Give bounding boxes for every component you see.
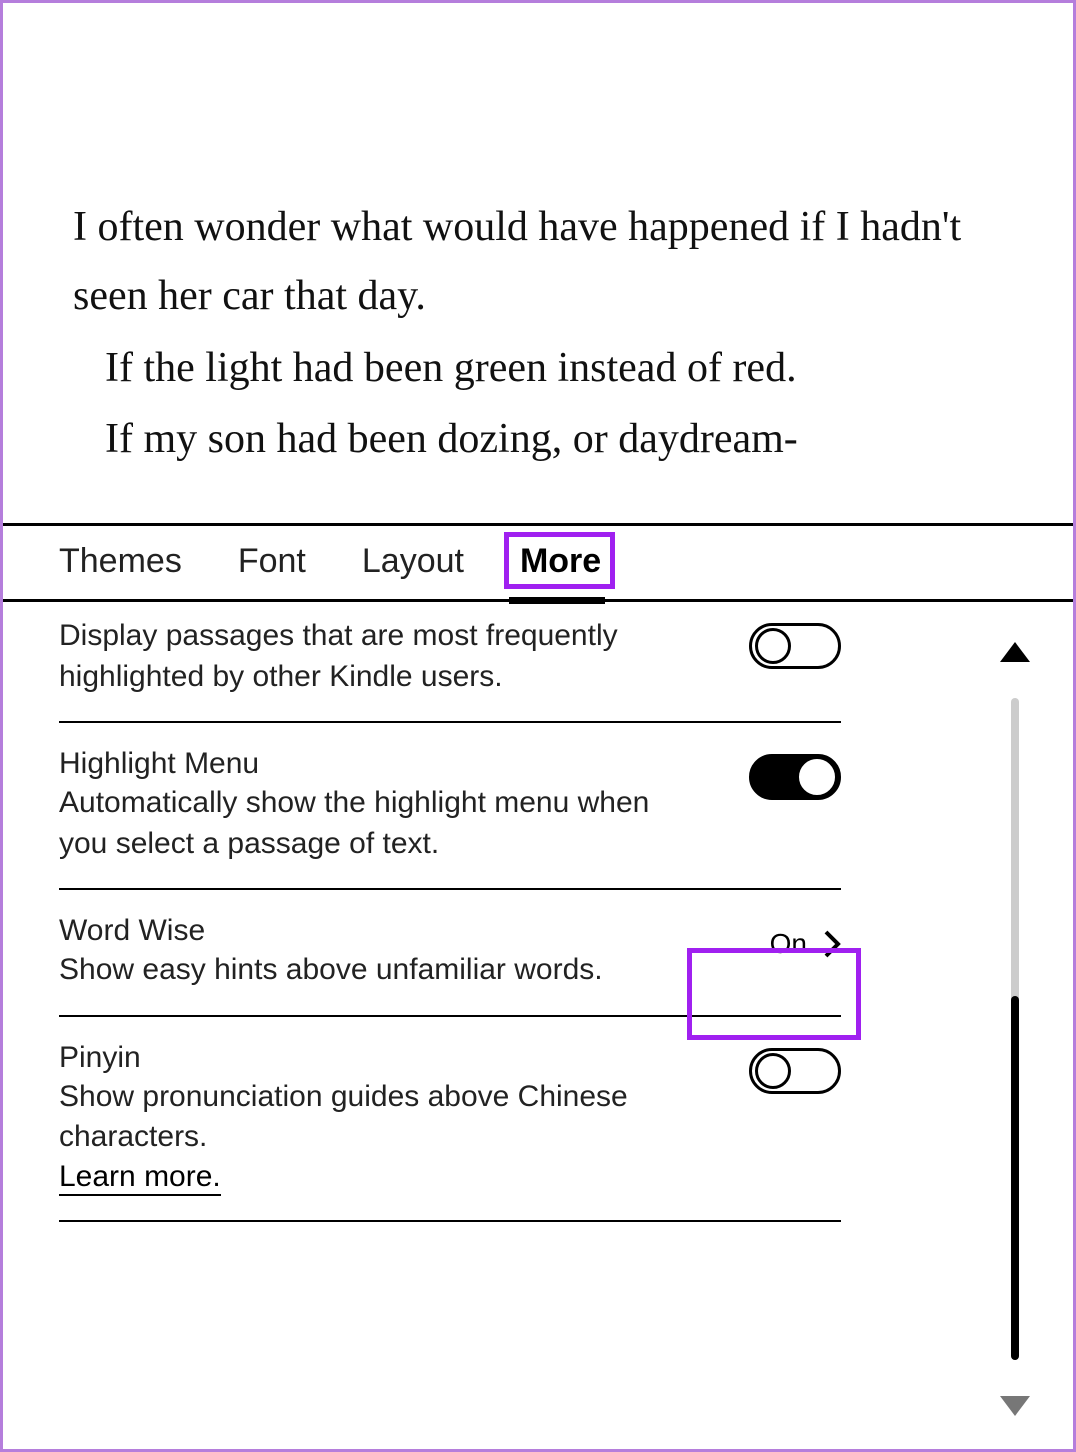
- setting-pinyin: Pinyin Show pronunciation guides above C…: [59, 1017, 841, 1222]
- book-paragraph-2: If the light had been green instead of r…: [73, 334, 1003, 403]
- scroll-up-icon[interactable]: [1000, 642, 1030, 662]
- book-paragraph-3: If my son had been dozing, or daydream-: [73, 405, 1003, 474]
- chevron-right-icon: [823, 930, 841, 958]
- more-settings-panel: Display passages that are most frequentl…: [3, 602, 1073, 1442]
- tab-themes[interactable]: Themes: [59, 542, 182, 587]
- tab-font[interactable]: Font: [238, 542, 306, 587]
- book-paragraph-1: I often wonder what would have happened …: [73, 193, 1003, 332]
- highlight-menu-toggle[interactable]: [749, 754, 841, 800]
- setting-description: Show pronunciation guides above Chinese …: [59, 1077, 659, 1158]
- setting-title: Highlight Menu: [59, 747, 659, 781]
- setting-title: Pinyin: [59, 1041, 659, 1075]
- setting-description: Show easy hints above unfamiliar words.: [59, 950, 603, 991]
- pinyin-learn-more-link[interactable]: Learn more.: [59, 1160, 221, 1196]
- scroll-track[interactable]: [1011, 698, 1019, 1360]
- setting-description: Display passages that are most frequentl…: [59, 616, 659, 697]
- tab-more[interactable]: More: [520, 542, 601, 587]
- pinyin-toggle[interactable]: [749, 1048, 841, 1094]
- settings-scrollbar[interactable]: [995, 620, 1035, 1424]
- setting-description: Automatically show the highlight menu wh…: [59, 783, 659, 864]
- word-wise-button[interactable]: On: [770, 928, 841, 960]
- tab-layout[interactable]: Layout: [362, 542, 464, 587]
- book-content: I often wonder what would have happened …: [3, 3, 1073, 523]
- display-settings-tabbar: Themes Font Layout More: [3, 523, 1073, 602]
- setting-title: Word Wise: [59, 914, 603, 948]
- scroll-thumb[interactable]: [1011, 996, 1019, 1360]
- setting-popular-highlights: Display passages that are most frequentl…: [59, 616, 841, 723]
- popular-highlights-toggle[interactable]: [749, 623, 841, 669]
- scroll-down-icon[interactable]: [1000, 1396, 1030, 1416]
- setting-highlight-menu: Highlight Menu Automatically show the hi…: [59, 723, 841, 890]
- word-wise-value-label: On: [770, 928, 807, 960]
- setting-word-wise: Word Wise Show easy hints above unfamili…: [59, 890, 841, 1017]
